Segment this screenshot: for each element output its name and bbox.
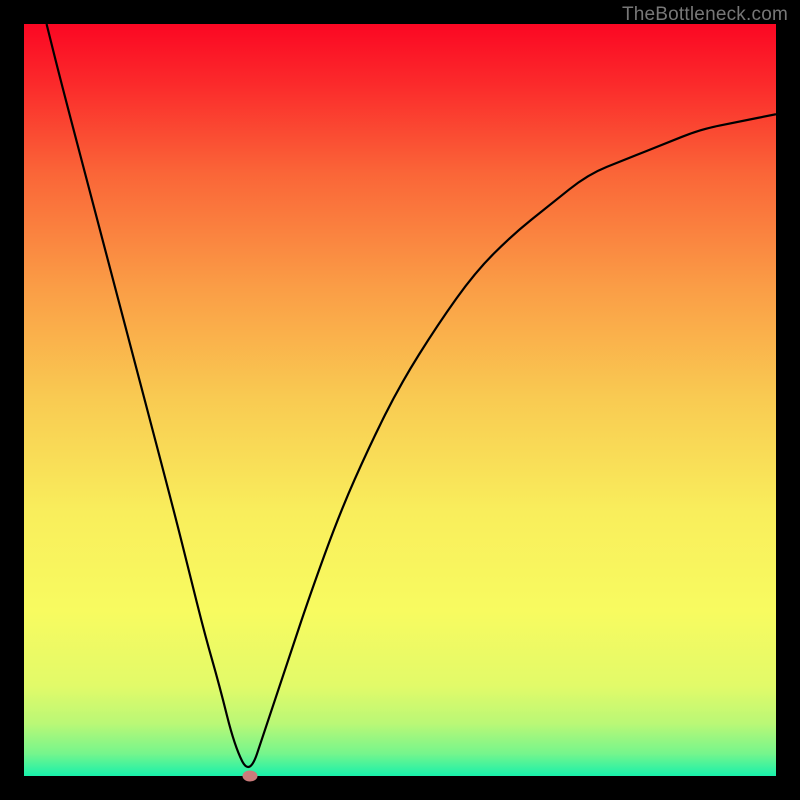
chart-plot-area <box>24 24 776 776</box>
bottleneck-curve <box>24 24 776 776</box>
optimal-point-marker <box>242 771 257 782</box>
watermark-text: TheBottleneck.com <box>622 4 788 26</box>
